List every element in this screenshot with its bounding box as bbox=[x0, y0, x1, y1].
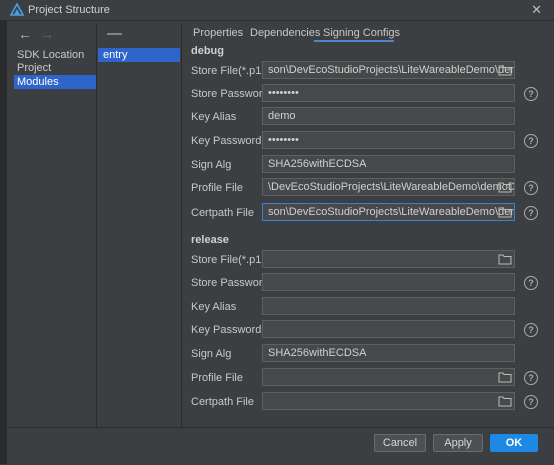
release-key-password-label: Key Password bbox=[191, 324, 262, 336]
release-profile-file-label: Profile File bbox=[191, 372, 243, 384]
release-store-password-label: Store Password bbox=[191, 277, 269, 289]
active-tab-indicator bbox=[314, 40, 394, 42]
debug-store-password-label: Store Password bbox=[191, 88, 269, 100]
module-item-entry[interactable]: entry bbox=[98, 48, 180, 62]
help-icon[interactable]: ? bbox=[524, 206, 538, 220]
scrollbar[interactable] bbox=[548, 22, 553, 422]
sidebar-item-modules[interactable]: Modules bbox=[14, 75, 97, 89]
debug-store-file-field[interactable]: son\DevEcoStudioProjects\LiteWareableDem… bbox=[262, 61, 515, 79]
window-title: Project Structure bbox=[28, 4, 110, 16]
remove-module-button[interactable]: — bbox=[107, 25, 122, 42]
release-key-password-field[interactable] bbox=[262, 320, 515, 338]
help-icon[interactable]: ? bbox=[524, 134, 538, 148]
debug-key-alias-field[interactable]: demo bbox=[262, 107, 515, 125]
release-certpath-file-field[interactable] bbox=[262, 392, 515, 410]
debug-store-password-field[interactable]: •••••••• bbox=[262, 84, 515, 102]
section-heading-debug: debug bbox=[191, 45, 224, 57]
debug-store-file-label: Store File(*.p12) bbox=[191, 65, 272, 77]
debug-key-alias-label: Key Alias bbox=[191, 111, 237, 123]
debug-sign-alg-label: Sign Alg bbox=[191, 159, 232, 171]
apply-button[interactable]: Apply bbox=[433, 434, 483, 452]
release-key-alias-field[interactable] bbox=[262, 297, 515, 315]
sidebar-item-sdk-location[interactable]: SDK Location bbox=[14, 48, 97, 62]
release-store-file-label: Store File(*.p12) bbox=[191, 254, 272, 266]
debug-profile-file-field[interactable]: \DevEcoStudioProjects\LiteWareableDemo\d… bbox=[262, 178, 515, 196]
tab-signing-configs[interactable]: Signing Configs bbox=[323, 27, 400, 41]
module-list-pane: — entry bbox=[96, 23, 182, 427]
debug-certpath-file-label: Certpath File bbox=[191, 207, 254, 219]
release-key-alias-label: Key Alias bbox=[191, 301, 237, 313]
folder-icon[interactable] bbox=[498, 64, 512, 76]
background-ide-strip bbox=[0, 20, 7, 464]
release-store-file-field[interactable] bbox=[262, 250, 515, 268]
help-icon[interactable]: ? bbox=[524, 323, 538, 337]
nav-arrows: ← → bbox=[18, 26, 62, 42]
release-sign-alg-label: Sign Alg bbox=[191, 348, 232, 360]
folder-icon[interactable] bbox=[498, 181, 512, 193]
debug-key-password-field[interactable]: •••••••• bbox=[262, 131, 515, 149]
folder-icon[interactable] bbox=[498, 395, 512, 407]
release-store-password-field[interactable] bbox=[262, 273, 515, 291]
debug-key-password-label: Key Password bbox=[191, 135, 262, 147]
folder-icon[interactable] bbox=[498, 253, 512, 265]
sidebar-item-project[interactable]: Project bbox=[14, 61, 97, 75]
section-heading-release: release bbox=[191, 234, 229, 246]
help-icon[interactable]: ? bbox=[524, 181, 538, 195]
tab-properties[interactable]: Properties bbox=[193, 27, 243, 41]
app-logo-icon bbox=[10, 3, 24, 16]
tab-dependencies[interactable]: Dependencies bbox=[250, 27, 320, 41]
cancel-button[interactable]: Cancel bbox=[374, 434, 426, 452]
release-sign-alg-field[interactable]: SHA256withECDSA bbox=[262, 344, 515, 362]
debug-profile-file-label: Profile File bbox=[191, 182, 243, 194]
help-icon[interactable]: ? bbox=[524, 276, 538, 290]
help-icon[interactable]: ? bbox=[524, 87, 538, 101]
arrow-left-icon[interactable]: ← bbox=[18, 26, 32, 42]
ok-button[interactable]: OK bbox=[490, 434, 538, 452]
arrow-right-icon[interactable]: → bbox=[40, 26, 54, 42]
help-icon[interactable]: ? bbox=[524, 371, 538, 385]
title-bar: Project Structure ✕ bbox=[0, 0, 554, 21]
close-icon[interactable]: ✕ bbox=[531, 2, 542, 18]
folder-icon[interactable] bbox=[498, 371, 512, 383]
help-icon[interactable]: ? bbox=[524, 395, 538, 409]
debug-certpath-file-field[interactable]: son\DevEcoStudioProjects\LiteWareableDem… bbox=[262, 203, 515, 221]
release-certpath-file-label: Certpath File bbox=[191, 396, 254, 408]
folder-icon[interactable] bbox=[498, 206, 512, 218]
debug-sign-alg-field[interactable]: SHA256withECDSA bbox=[262, 155, 515, 173]
release-profile-file-field[interactable] bbox=[262, 368, 515, 386]
